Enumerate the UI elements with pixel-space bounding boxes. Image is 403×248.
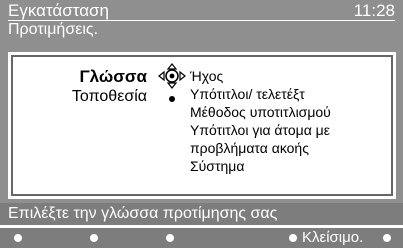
- close-label[interactable]: Κλείσιμο.: [302, 229, 363, 247]
- bottom-bar: Κλείσιμο.: [0, 228, 403, 248]
- dpad-navigation-icon: [158, 63, 186, 89]
- menu-subtitle: Προτιμήσεις.: [8, 21, 99, 38]
- option-hearing-impaired-line1[interactable]: Υπότιτλοι για άτομα με: [190, 121, 390, 139]
- settings-screen: Εγκατάσταση 11:28 Προτιμήσεις. Γλώσσα Το…: [0, 0, 403, 248]
- status-hint: Επιλέξτε την γλώσσα προτίμησης σας: [8, 205, 278, 222]
- option-subtitle-method[interactable]: Μέθοδος υποτιτλισμού: [190, 103, 390, 121]
- close-dot-icon[interactable]: [383, 234, 391, 242]
- menu-item-location[interactable]: Τοποθεσία: [72, 88, 147, 106]
- submenu-options: Ήχος Υπότιτλοι/ τελετέξτ Μέθοδος υποτιτλ…: [190, 67, 390, 175]
- menu-inner-frame: Γλώσσα Τοποθεσία Ήχος Υπότιτλοι/ τελετέξ…: [11, 55, 393, 196]
- green-key-dot-icon[interactable]: [90, 234, 98, 242]
- menu-item-language[interactable]: Γλώσσα: [79, 68, 147, 86]
- clock: 11:28: [353, 1, 395, 20]
- option-sound[interactable]: Ήχος: [190, 67, 390, 85]
- header: Εγκατάσταση 11:28 Προτιμήσεις.: [0, 0, 403, 38]
- option-hearing-impaired-line2[interactable]: προβλήματα ακοής: [190, 139, 390, 157]
- option-subtitles-teletext[interactable]: Υπότιτλοι/ τελετέξτ: [190, 85, 390, 103]
- option-system[interactable]: Σύστημα: [190, 157, 390, 175]
- blue-key-dot-icon[interactable]: [289, 234, 297, 242]
- menu-title: Εγκατάσταση: [8, 1, 110, 20]
- radio-dot-icon: [169, 96, 175, 102]
- red-key-dot-icon[interactable]: [14, 234, 22, 242]
- yellow-key-dot-icon[interactable]: [166, 234, 174, 242]
- menu-panel: Γλώσσα Τοποθεσία Ήχος Υπότιτλοι/ τελετέξ…: [8, 52, 396, 199]
- status-bar: Επιλέξτε την γλώσσα προτίμησης σας: [0, 203, 403, 225]
